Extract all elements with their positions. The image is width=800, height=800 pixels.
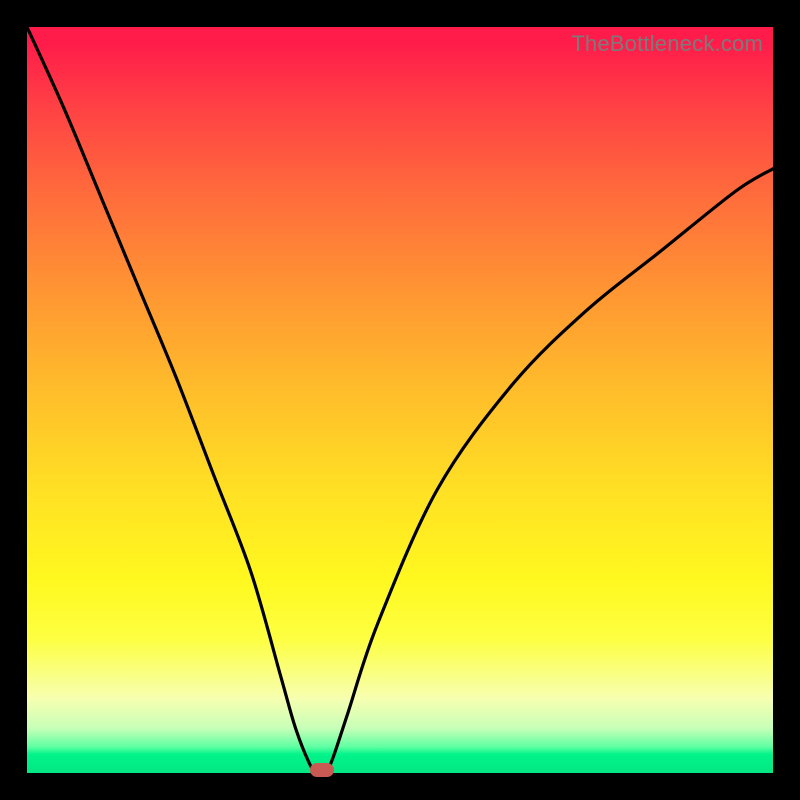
bottleneck-curve [27,27,773,773]
chart-frame: TheBottleneck.com [0,0,800,800]
optimal-point-marker [310,763,334,777]
plot-area: TheBottleneck.com [27,27,773,773]
